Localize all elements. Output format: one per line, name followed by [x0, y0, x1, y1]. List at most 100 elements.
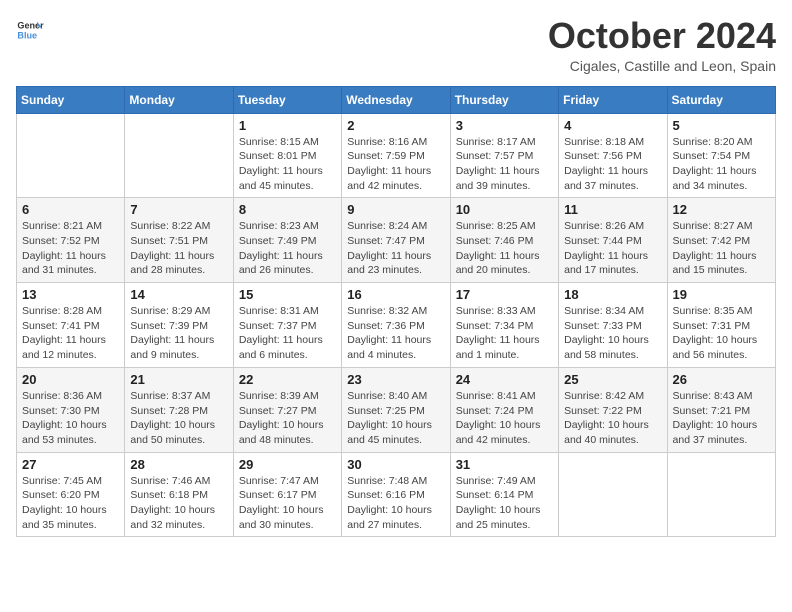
day-info: Sunrise: 8:25 AM Sunset: 7:46 PM Dayligh… [456, 219, 553, 278]
calendar-cell: 29 Sunrise: 7:47 AM Sunset: 6:17 PM Dayli… [233, 452, 341, 537]
day-number: 29 [239, 457, 336, 472]
day-number: 8 [239, 202, 336, 217]
day-number: 6 [22, 202, 119, 217]
day-info: Sunrise: 8:28 AM Sunset: 7:41 PM Dayligh… [22, 304, 119, 363]
day-number: 24 [456, 372, 553, 387]
day-of-week-header: Tuesday [233, 86, 341, 113]
calendar-cell [559, 452, 667, 537]
day-of-week-header: Monday [125, 86, 233, 113]
calendar-cell: 1Sunrise: 8:15 AM Sunset: 8:01 PM Daylig… [233, 113, 341, 198]
calendar-cell: 12 Sunrise: 8:27 AM Sunset: 7:42 PM Dayli… [667, 198, 775, 283]
day-number: 3 [456, 118, 553, 133]
day-of-week-header: Wednesday [342, 86, 450, 113]
day-info: Sunrise: 8:41 AM Sunset: 7:24 PM Dayligh… [456, 389, 553, 448]
day-number: 4 [564, 118, 661, 133]
day-info: Sunrise: 8:43 AM Sunset: 7:21 PM Dayligh… [673, 389, 770, 448]
day-number: 10 [456, 202, 553, 217]
day-info: Sunrise: 8:36 AM Sunset: 7:30 PM Dayligh… [22, 389, 119, 448]
calendar-cell: 16 Sunrise: 8:32 AM Sunset: 7:36 PM Dayli… [342, 283, 450, 368]
day-info: Sunrise: 8:20 AM Sunset: 7:54 PM Dayligh… [673, 135, 770, 194]
day-info: Sunrise: 8:22 AM Sunset: 7:51 PM Dayligh… [130, 219, 227, 278]
day-info: Sunrise: 7:49 AM Sunset: 6:14 PM Dayligh… [456, 474, 553, 533]
day-number: 28 [130, 457, 227, 472]
month-title: October 2024 [548, 16, 776, 56]
calendar-cell: 15Sunrise: 8:31 AM Sunset: 7:37 PM Dayli… [233, 283, 341, 368]
day-info: Sunrise: 8:40 AM Sunset: 7:25 PM Dayligh… [347, 389, 444, 448]
day-number: 17 [456, 287, 553, 302]
day-of-week-header: Saturday [667, 86, 775, 113]
calendar-cell: 24 Sunrise: 8:41 AM Sunset: 7:24 PM Dayli… [450, 367, 558, 452]
day-number: 18 [564, 287, 661, 302]
calendar-cell [17, 113, 125, 198]
day-number: 19 [673, 287, 770, 302]
day-info: Sunrise: 8:34 AM Sunset: 7:33 PM Dayligh… [564, 304, 661, 363]
day-number: 20 [22, 372, 119, 387]
day-number: 16 [347, 287, 444, 302]
day-number: 30 [347, 457, 444, 472]
title-block: October 2024 Cigales, Castille and Leon,… [548, 16, 776, 74]
calendar-table: SundayMondayTuesdayWednesdayThursdayFrid… [16, 86, 776, 538]
calendar-body: 1Sunrise: 8:15 AM Sunset: 8:01 PM Daylig… [17, 113, 776, 537]
day-number: 26 [673, 372, 770, 387]
day-info: Sunrise: 8:35 AM Sunset: 7:31 PM Dayligh… [673, 304, 770, 363]
day-info: Sunrise: 7:47 AM Sunset: 6:17 PM Dayligh… [239, 474, 336, 533]
calendar-cell: 19 Sunrise: 8:35 AM Sunset: 7:31 PM Dayli… [667, 283, 775, 368]
day-number: 27 [22, 457, 119, 472]
day-number: 23 [347, 372, 444, 387]
logo: General Blue [16, 16, 44, 44]
calendar-cell: 13 Sunrise: 8:28 AM Sunset: 7:41 PM Dayli… [17, 283, 125, 368]
day-number: 25 [564, 372, 661, 387]
day-info: Sunrise: 8:18 AM Sunset: 7:56 PM Dayligh… [564, 135, 661, 194]
calendar-cell: 27 Sunrise: 7:45 AM Sunset: 6:20 PM Dayli… [17, 452, 125, 537]
svg-text:Blue: Blue [17, 30, 37, 40]
calendar-cell: 2Sunrise: 8:16 AM Sunset: 7:59 PM Daylig… [342, 113, 450, 198]
day-info: Sunrise: 8:32 AM Sunset: 7:36 PM Dayligh… [347, 304, 444, 363]
day-number: 14 [130, 287, 227, 302]
day-info: Sunrise: 8:37 AM Sunset: 7:28 PM Dayligh… [130, 389, 227, 448]
logo-icon: General Blue [16, 16, 44, 44]
day-number: 13 [22, 287, 119, 302]
day-number: 11 [564, 202, 661, 217]
calendar-cell: 20 Sunrise: 8:36 AM Sunset: 7:30 PM Dayli… [17, 367, 125, 452]
calendar-cell: 7Sunrise: 8:22 AM Sunset: 7:51 PM Daylig… [125, 198, 233, 283]
day-of-week-header: Sunday [17, 86, 125, 113]
day-of-week-header: Thursday [450, 86, 558, 113]
day-number: 21 [130, 372, 227, 387]
calendar-cell: 23 Sunrise: 8:40 AM Sunset: 7:25 PM Dayli… [342, 367, 450, 452]
calendar-cell: 28 Sunrise: 7:46 AM Sunset: 6:18 PM Dayli… [125, 452, 233, 537]
day-number: 1 [239, 118, 336, 133]
day-info: Sunrise: 8:27 AM Sunset: 7:42 PM Dayligh… [673, 219, 770, 278]
day-number: 5 [673, 118, 770, 133]
day-number: 9 [347, 202, 444, 217]
day-number: 31 [456, 457, 553, 472]
day-info: Sunrise: 8:33 AM Sunset: 7:34 PM Dayligh… [456, 304, 553, 363]
day-number: 22 [239, 372, 336, 387]
day-of-week-header: Friday [559, 86, 667, 113]
calendar-header: SundayMondayTuesdayWednesdayThursdayFrid… [17, 86, 776, 113]
day-info: Sunrise: 8:24 AM Sunset: 7:47 PM Dayligh… [347, 219, 444, 278]
day-info: Sunrise: 8:23 AM Sunset: 7:49 PM Dayligh… [239, 219, 336, 278]
calendar-cell: 8 Sunrise: 8:23 AM Sunset: 7:49 PM Daylig… [233, 198, 341, 283]
day-info: Sunrise: 8:31 AM Sunset: 7:37 PM Dayligh… [239, 304, 336, 363]
calendar-cell: 31 Sunrise: 7:49 AM Sunset: 6:14 PM Dayli… [450, 452, 558, 537]
day-info: Sunrise: 8:26 AM Sunset: 7:44 PM Dayligh… [564, 219, 661, 278]
day-info: Sunrise: 7:46 AM Sunset: 6:18 PM Dayligh… [130, 474, 227, 533]
day-info: Sunrise: 7:45 AM Sunset: 6:20 PM Dayligh… [22, 474, 119, 533]
calendar-cell: 21 Sunrise: 8:37 AM Sunset: 7:28 PM Dayli… [125, 367, 233, 452]
calendar-cell: 14 Sunrise: 8:29 AM Sunset: 7:39 PM Dayli… [125, 283, 233, 368]
day-info: Sunrise: 8:29 AM Sunset: 7:39 PM Dayligh… [130, 304, 227, 363]
calendar-cell: 26 Sunrise: 8:43 AM Sunset: 7:21 PM Dayli… [667, 367, 775, 452]
day-info: Sunrise: 8:42 AM Sunset: 7:22 PM Dayligh… [564, 389, 661, 448]
calendar-cell: 25 Sunrise: 8:42 AM Sunset: 7:22 PM Dayli… [559, 367, 667, 452]
day-info: Sunrise: 8:21 AM Sunset: 7:52 PM Dayligh… [22, 219, 119, 278]
page-header: General Blue October 2024 Cigales, Casti… [16, 16, 776, 74]
day-number: 2 [347, 118, 444, 133]
calendar-cell: 30Sunrise: 7:48 AM Sunset: 6:16 PM Dayli… [342, 452, 450, 537]
calendar-cell: 11 Sunrise: 8:26 AM Sunset: 7:44 PM Dayli… [559, 198, 667, 283]
day-info: Sunrise: 8:17 AM Sunset: 7:57 PM Dayligh… [456, 135, 553, 194]
day-number: 12 [673, 202, 770, 217]
calendar-cell: 3 Sunrise: 8:17 AM Sunset: 7:57 PM Daylig… [450, 113, 558, 198]
calendar-cell: 18 Sunrise: 8:34 AM Sunset: 7:33 PM Dayli… [559, 283, 667, 368]
calendar-cell: 17 Sunrise: 8:33 AM Sunset: 7:34 PM Dayli… [450, 283, 558, 368]
location-subtitle: Cigales, Castille and Leon, Spain [548, 58, 776, 74]
